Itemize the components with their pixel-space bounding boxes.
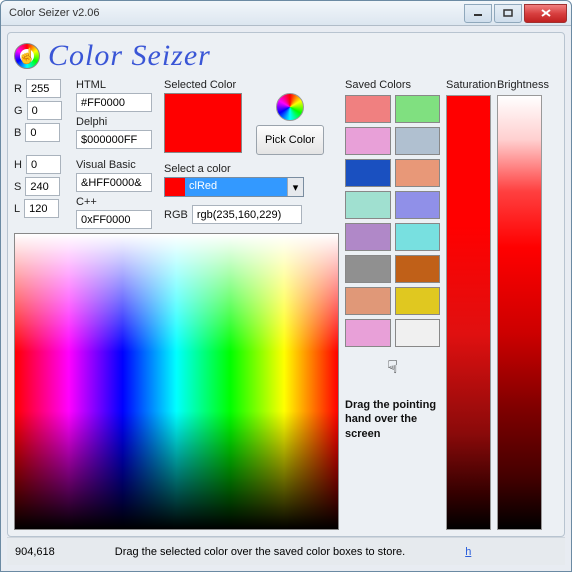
input-html[interactable] <box>76 93 152 112</box>
input-r[interactable] <box>26 79 61 98</box>
saved-color-cell[interactable] <box>395 95 441 123</box>
combo-swatch <box>165 178 185 196</box>
logo-icon: ☝ <box>14 43 40 69</box>
label-selected: Selected Color <box>164 79 244 91</box>
minimize-button[interactable] <box>464 4 492 23</box>
color-wheel-icon[interactable] <box>276 93 304 121</box>
titlebar[interactable]: Color Seizer v2.06 <box>1 1 571 26</box>
saved-color-cell[interactable] <box>345 223 391 251</box>
saved-color-cell[interactable] <box>345 255 391 283</box>
app-title: Color Seizer <box>48 39 211 73</box>
hand-icon: ☝ <box>15 44 39 68</box>
pick-color-button[interactable]: Pick Color <box>256 125 324 155</box>
footer: 904,618 Drag the selected color over the… <box>7 537 565 565</box>
brightness-slider[interactable] <box>497 95 542 530</box>
label-cpp: C++ <box>76 196 158 208</box>
saved-color-cell[interactable] <box>395 255 441 283</box>
footer-hint: Drag the selected color over the saved c… <box>115 546 405 558</box>
saved-colors-grid <box>345 95 440 347</box>
saturation-column: Saturation <box>446 79 491 530</box>
main-grid: R G B H S L HTML Delphi <box>14 79 558 530</box>
maximize-button[interactable] <box>494 4 522 23</box>
saved-color-cell[interactable] <box>395 159 441 187</box>
brightness-column: Brightness <box>497 79 542 530</box>
label-vb: Visual Basic <box>76 159 158 171</box>
label-s: S <box>14 181 21 193</box>
window: Color Seizer v2.06 ☝ Color Seizer R G B <box>0 0 572 572</box>
input-cpp[interactable] <box>76 210 152 229</box>
left-column: R G B H S L HTML Delphi <box>14 79 339 530</box>
saved-color-cell[interactable] <box>395 191 441 219</box>
saved-color-cell[interactable] <box>395 223 441 251</box>
label-h: H <box>14 159 22 171</box>
saved-color-cell[interactable] <box>395 287 441 315</box>
label-l: L <box>14 203 20 215</box>
saved-colors-column: Saved Colors ☟ Drag the pointing hand ov… <box>345 79 440 530</box>
selected-color-swatch[interactable] <box>164 93 242 153</box>
label-g: G <box>14 105 23 117</box>
input-b[interactable] <box>25 123 60 142</box>
input-delphi[interactable] <box>76 130 152 149</box>
saved-color-cell[interactable] <box>345 159 391 187</box>
window-title: Color Seizer v2.06 <box>9 7 464 19</box>
label-html: HTML <box>76 79 158 91</box>
pick-color-label: Pick Color <box>265 134 315 146</box>
window-controls <box>464 4 567 23</box>
saved-color-cell[interactable] <box>345 287 391 315</box>
color-gradient-picker[interactable] <box>14 233 339 530</box>
input-s[interactable] <box>25 177 60 196</box>
saved-color-cell[interactable] <box>345 127 391 155</box>
close-button[interactable] <box>524 4 567 23</box>
input-g[interactable] <box>27 101 62 120</box>
label-delphi: Delphi <box>76 116 158 128</box>
label-saturation: Saturation <box>446 79 491 91</box>
label-brightness: Brightness <box>497 79 542 91</box>
saturation-slider[interactable] <box>446 95 491 530</box>
saved-color-cell[interactable] <box>345 191 391 219</box>
logo-row: ☝ Color Seizer <box>14 39 558 73</box>
input-l[interactable] <box>24 199 59 218</box>
saved-color-cell[interactable] <box>395 319 441 347</box>
label-saved: Saved Colors <box>345 79 440 91</box>
label-b: B <box>14 127 21 139</box>
footer-coords: 904,618 <box>15 546 55 558</box>
input-h[interactable] <box>26 155 61 174</box>
main-panel: ☝ Color Seizer R G B H S L <box>7 32 565 537</box>
saved-color-cell[interactable] <box>345 95 391 123</box>
saved-color-cell[interactable] <box>345 319 391 347</box>
pointing-hand-icon[interactable]: ☟ <box>345 357 440 378</box>
saved-color-cell[interactable] <box>395 127 441 155</box>
input-vb[interactable] <box>76 173 152 192</box>
content: ☝ Color Seizer R G B H S L <box>1 26 571 571</box>
label-r: R <box>14 83 22 95</box>
hint-text: Drag the pointing hand over the screen <box>345 398 440 441</box>
label-rgb: RGB <box>164 209 188 221</box>
footer-link[interactable]: h <box>465 546 471 558</box>
label-select-a-color: Select a color <box>164 163 244 175</box>
